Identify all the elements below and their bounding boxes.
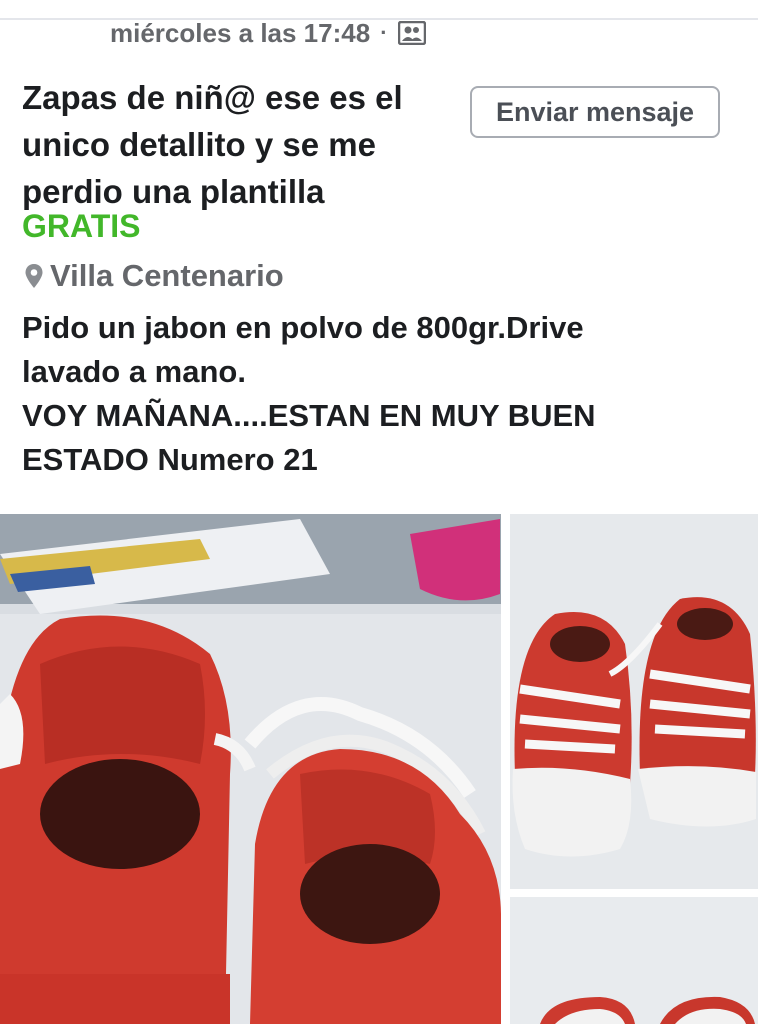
meta-separator: · (380, 20, 388, 45)
listing-price: GRATIS (22, 208, 141, 244)
description-line: ESTADO Numero 21 (22, 442, 318, 477)
listing-location[interactable]: Villa Centenario (24, 256, 284, 296)
photo-tertiary[interactable] (510, 897, 758, 1024)
photo-secondary[interactable] (510, 514, 758, 889)
location-label: Villa Centenario (50, 258, 284, 293)
listing-description: Pido un jabon en polvo de 800gr.Drive la… (22, 306, 742, 482)
location-pin-icon (25, 264, 43, 288)
shoes-front-photo (510, 514, 758, 889)
photo-main[interactable] (0, 514, 501, 1024)
description-line: VOY MAÑANA....ESTAN EN MUY BUEN (22, 398, 596, 433)
description-line: Pido un jabon en polvo de 800gr.Drive (22, 310, 584, 345)
friends-audience-icon[interactable] (397, 21, 426, 45)
post-timestamp[interactable]: miércoles a las 17:48 (110, 18, 370, 49)
listing-title: Zapas de niñ@ ese es el unico detallito … (22, 79, 403, 210)
photo-gallery (0, 514, 758, 1024)
description-line: lavado a mano. (22, 354, 246, 389)
shoes-back-photo (0, 514, 501, 1024)
shoes-top-photo (510, 897, 758, 1024)
send-message-button[interactable]: Enviar mensaje (470, 86, 720, 138)
post-meta: miércoles a las 17:48 · (110, 18, 426, 48)
